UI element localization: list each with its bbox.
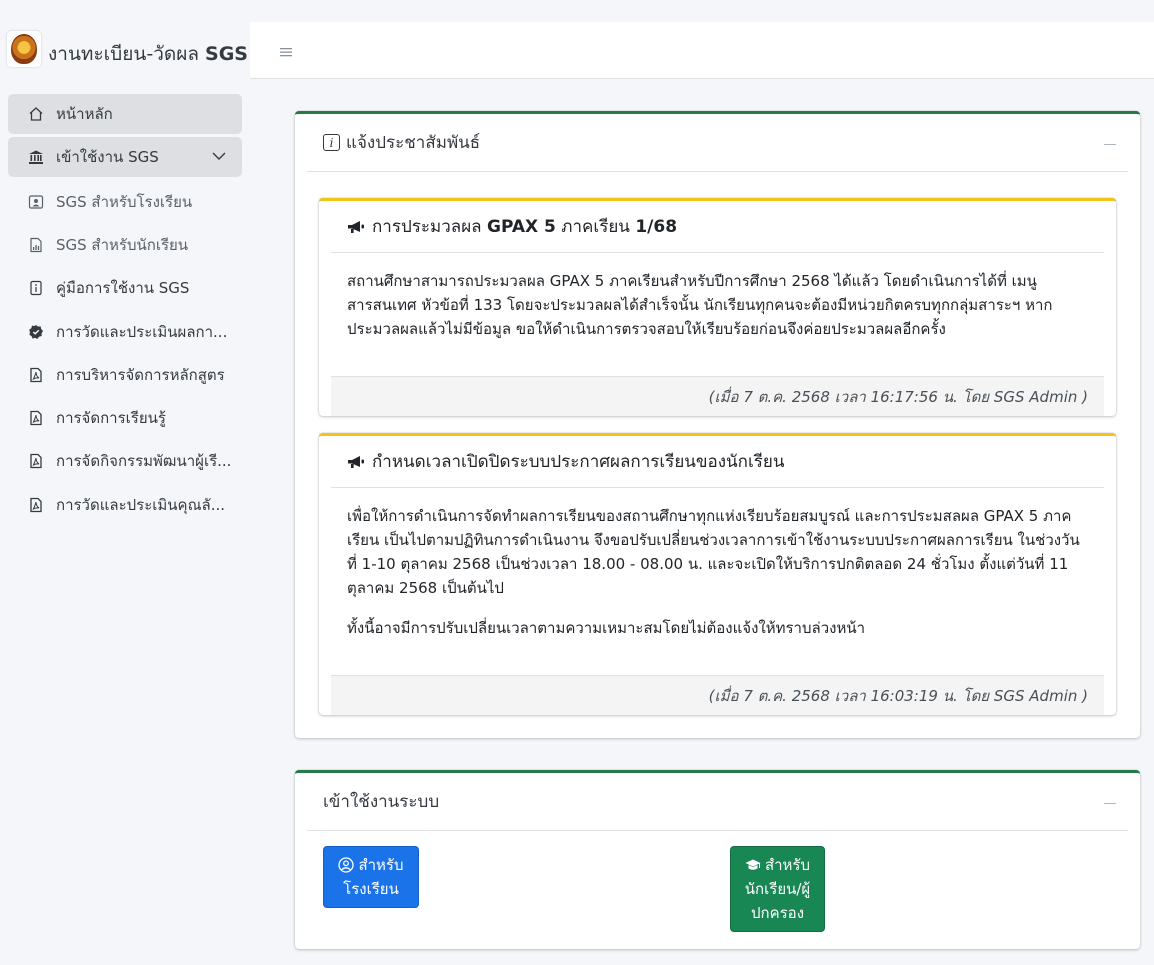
person-badge-icon — [28, 194, 44, 210]
school-seal-logo — [7, 31, 41, 67]
top-navbar — [250, 22, 1154, 79]
sidebar-subitem-learning[interactable]: การจัดการเรียนรู้ — [8, 396, 242, 439]
post-title: การประมวลผล GPAX 5 ภาคเรียน 1/68 — [331, 201, 1104, 253]
chevron-down-icon — [212, 149, 226, 163]
sidebar-item-sgs[interactable]: เข้าใช้งาน SGS — [8, 137, 242, 177]
card-title: แจ้งประชาสัมพันธ์ — [346, 133, 481, 153]
file-chart-icon — [28, 237, 44, 253]
sidebar-subitem-sgs-school[interactable]: SGS สำหรับโรงเรียน — [8, 180, 242, 223]
patch-check-icon — [28, 324, 44, 340]
post-body: สถานศึกษาสามารถประมวลผล GPAX 5 ภาคเรียนส… — [347, 272, 1053, 338]
school-login-button[interactable]: สำหรับ โรงเรียน — [323, 846, 419, 908]
person-circle-icon — [338, 857, 355, 873]
info-icon: i — [323, 134, 340, 151]
post-title: กำหนดเวลาเปิดปิดระบบประกาศผลการเรียนของน… — [331, 436, 1104, 488]
post-footer: (เมื่อ 7 ต.ค. 2568 เวลา 16:03:19 น. โดย … — [331, 675, 1104, 715]
sidebar-subitem-activities[interactable]: การจัดกิจกรรมพัฒนาผู้เรี... — [8, 440, 242, 483]
card-header: เข้าใช้งานระบบ — [307, 773, 1128, 831]
bank-icon — [28, 149, 44, 165]
sidebar-nav: หน้าหลัก เข้าใช้งาน SGS SGS สำหรับโรงเรี… — [8, 94, 242, 526]
sidebar-subitem-curriculum[interactable]: การบริหารจัดการหลักสูตร — [8, 353, 242, 396]
collapse-button[interactable] — [1104, 144, 1116, 145]
collapse-button[interactable] — [1104, 803, 1116, 804]
card-header: i แจ้งประชาสัมพันธ์ — [307, 114, 1128, 172]
login-card: เข้าใช้งานระบบ สำหรับ โรงเรียน สำหรับ นั… — [295, 770, 1140, 949]
sidebar-item-home[interactable]: หน้าหลัก — [8, 94, 242, 134]
brand-title: งานทะเบียน-วัดผล SGS — [48, 43, 248, 65]
sidebar-subitem-quality[interactable]: การวัดและประเมินคุณลั... — [8, 483, 242, 526]
file-pdf-icon — [28, 497, 44, 513]
file-pdf-icon — [28, 367, 44, 383]
student-parent-login-button[interactable]: สำหรับ นักเรียน/ผู้ ปกครอง — [730, 846, 825, 932]
file-pdf-icon — [28, 410, 44, 426]
post-footer: (เมื่อ 7 ต.ค. 2568 เวลา 16:17:56 น. โดย … — [331, 376, 1104, 416]
announcement-post: การประมวลผล GPAX 5 ภาคเรียน 1/68 สถานศึก… — [319, 198, 1116, 416]
post-body: เพื่อให้การดำเนินการจัดทำผลการเรียนของสถ… — [347, 507, 1080, 637]
megaphone-icon — [348, 455, 364, 468]
sidebar-subitem-manual[interactable]: คู่มือการใช้งาน SGS — [8, 267, 242, 310]
menu-toggle-icon[interactable] — [280, 43, 292, 57]
sidebar-item-label: หน้าหลัก — [56, 105, 113, 123]
brand[interactable]: งานทะเบียน-วัดผล SGS — [0, 22, 250, 78]
sidebar-subitem-assessment[interactable]: การวัดและประเมินผลกา... — [8, 310, 242, 353]
home-icon — [28, 106, 44, 122]
graduation-cap-icon — [745, 859, 761, 870]
card-title: เข้าใช้งานระบบ — [323, 792, 440, 812]
sidebar-subitem-sgs-student[interactable]: SGS สำหรับนักเรียน — [8, 223, 242, 266]
sidebar-item-label: เข้าใช้งาน SGS — [56, 148, 159, 166]
sidebar: งานทะเบียน-วัดผล SGS หน้าหลัก เข้าใช้งาน… — [0, 0, 250, 965]
announcement-post: กำหนดเวลาเปิดปิดระบบประกาศผลการเรียนของน… — [319, 433, 1116, 715]
file-info-icon — [28, 280, 44, 296]
announcements-card: i แจ้งประชาสัมพันธ์ การประมวลผล GPAX 5 ภ… — [295, 111, 1140, 738]
file-pdf-icon — [28, 453, 44, 469]
megaphone-icon — [348, 220, 364, 233]
